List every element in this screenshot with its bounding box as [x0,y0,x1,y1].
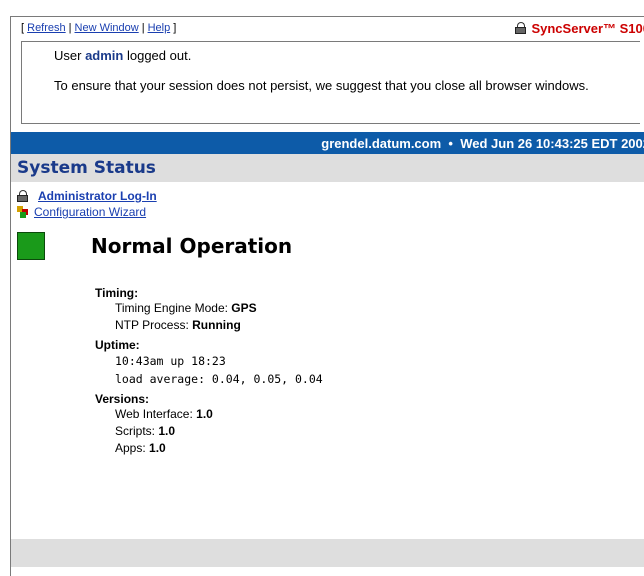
apps-row: Apps: 1.0 [115,441,166,455]
timing-header: Timing: [95,286,139,300]
web-interface-value: 1.0 [196,407,213,421]
load-average-line: load average: 0.04, 0.05, 0.04 [115,372,323,386]
status-details: Timing: Timing Engine Mode: GPS NTP Proc… [95,286,644,457]
status-text: Normal Operation [91,234,293,258]
logout-notice: User admin logged out. To ensure that yo… [21,41,640,124]
host-bar: grendel.datum.com • Wed Jun 26 10:43:25 … [11,132,644,154]
open-bracket: [ [21,22,25,34]
ntp-process-value: Running [192,318,241,332]
action-links: Administrator Log-In Configuration Wizar… [11,182,644,220]
versions-header: Versions: [95,392,150,406]
status-indicator [17,232,45,260]
wizard-icon [17,206,29,218]
top-nav-links: [ Refresh | New Window | Help ] [21,22,177,34]
username: admin [85,48,124,63]
scripts-row: Scripts: 1.0 [115,424,176,438]
datetime: Wed Jun 26 10:43:25 EDT 2002 [460,135,644,151]
brand-model: Server™ S100 [562,20,644,36]
bullet: • [448,135,453,151]
brand-sync: Sync [531,20,563,36]
close-bracket: ] [173,22,177,34]
apps-value: 1.0 [149,441,166,455]
lock-icon [515,22,527,34]
status-row: Normal Operation [11,232,644,260]
brand-logo: Sync Server™ S100 [515,21,644,36]
hostname: grendel.datum.com [321,135,442,151]
help-link[interactable]: Help [148,22,171,34]
page-frame: [ Refresh | New Window | Help ] Sync Server™ … [10,16,644,576]
config-wizard-link[interactable]: Configuration Wizard [34,205,146,219]
new-window-link[interactable]: New Window [75,22,139,34]
refresh-link[interactable]: Refresh [27,22,66,34]
admin-login-link[interactable]: Administrator Log-In [38,189,157,203]
session-advice: To ensure that your session does not per… [54,78,589,93]
uptime-line: 10:43am up 18:23 [115,354,226,368]
web-interface-row: Web Interface: 1.0 [115,407,213,421]
lock-icon [17,190,28,202]
ntp-process-row: NTP Process: Running [115,318,241,332]
top-nav-bar: [ Refresh | New Window | Help ] Sync Server™ … [11,17,644,39]
page-title: System Status [11,154,644,182]
scripts-value: 1.0 [158,424,176,438]
logout-message: User admin logged out. [54,48,192,63]
uptime-header: Uptime: [95,338,140,352]
timing-engine-value: GPS [231,301,257,315]
timing-engine-row: Timing Engine Mode: GPS [115,301,257,315]
footer-bar [11,539,644,567]
